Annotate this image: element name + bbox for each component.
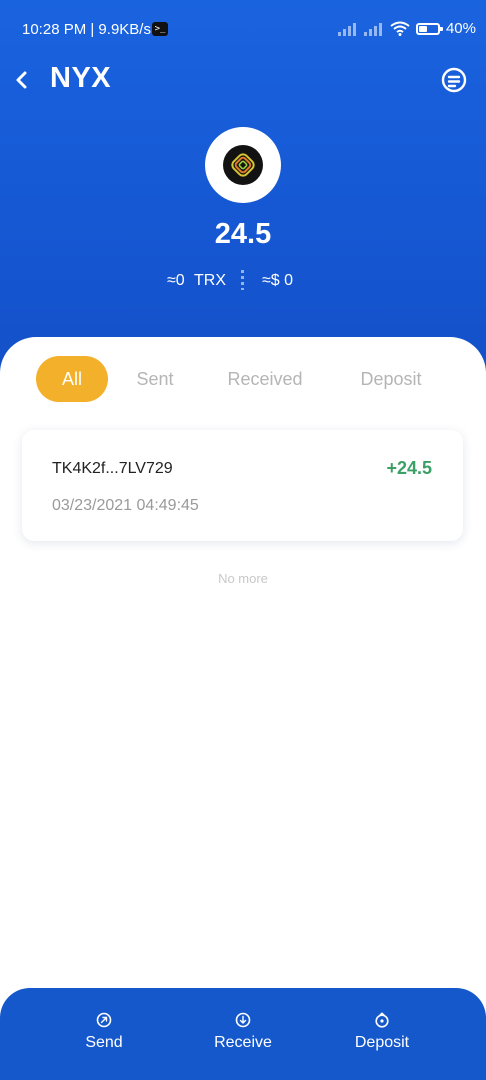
- transaction-address: TK4K2f...7LV729: [52, 460, 173, 477]
- tab-all[interactable]: All: [36, 356, 108, 402]
- usd-value: ≈$ 0: [262, 272, 294, 289]
- battery-icon: [415, 22, 443, 35]
- send-button[interactable]: Send: [49, 1012, 159, 1052]
- chevron-left-icon: [16, 71, 27, 89]
- nyx-logo-icon: [223, 145, 263, 185]
- terminal-icon: >_: [152, 22, 168, 36]
- divider: [241, 270, 244, 290]
- balance-conversions: ≈0 TRX ≈$ 0: [0, 270, 486, 292]
- deposit-button[interactable]: Deposit: [327, 1012, 437, 1052]
- deposit-label: Deposit: [354, 1034, 410, 1051]
- status-bar: 10:28 PM | 9.9KB/s >_ 40%: [0, 0, 486, 58]
- filter-tabs: All Sent Received Deposit: [0, 356, 486, 402]
- battery-level: 40%: [445, 20, 476, 37]
- token-balance: 24.5: [214, 218, 272, 250]
- menu-circle-icon: [441, 67, 467, 93]
- send-icon: [96, 1012, 112, 1028]
- transaction-item[interactable]: TK4K2f...7LV729 +24.5 03/23/2021 04:49:4…: [22, 430, 463, 541]
- wifi-icon: [390, 21, 410, 36]
- tab-received[interactable]: Received: [212, 356, 318, 402]
- tab-deposit[interactable]: Deposit: [344, 356, 438, 402]
- bottom-action-bar: Send Receive Deposit: [0, 988, 486, 1080]
- page-title: NYX: [50, 62, 112, 94]
- token-logo: [205, 127, 281, 203]
- send-label: Send: [85, 1034, 123, 1051]
- status-time: 10:28 PM | 9.9KB/s: [22, 21, 151, 38]
- receive-icon: [235, 1012, 251, 1028]
- trx-value: ≈0: [167, 272, 185, 289]
- transaction-amount: +24.5: [386, 458, 432, 478]
- list-end-text: No more: [218, 571, 268, 586]
- status-indicators: 40%: [337, 20, 476, 37]
- menu-button[interactable]: [441, 67, 467, 93]
- transaction-date: 03/23/2021 04:49:45: [52, 497, 199, 514]
- receive-label: Receive: [214, 1034, 272, 1051]
- deposit-icon: [375, 1012, 389, 1028]
- back-button[interactable]: [12, 66, 40, 94]
- signal-icon: [363, 22, 384, 36]
- tab-sent[interactable]: Sent: [124, 356, 186, 402]
- trx-unit: TRX: [194, 272, 226, 289]
- signal-icon: [337, 22, 358, 36]
- receive-button[interactable]: Receive: [188, 1012, 298, 1052]
